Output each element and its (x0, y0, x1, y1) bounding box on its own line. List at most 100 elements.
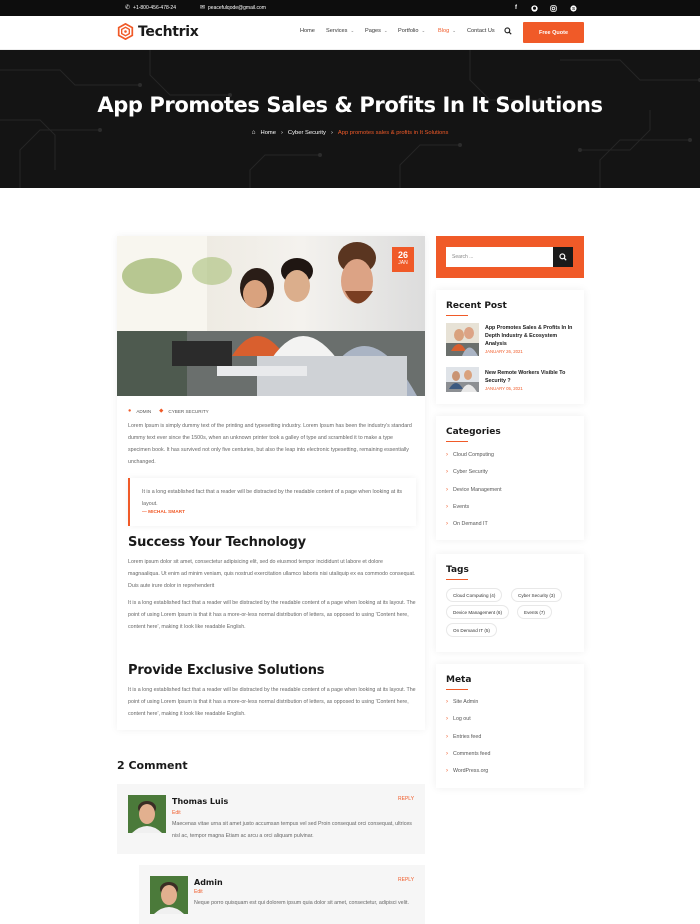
meta-link[interactable]: › Site Admin (446, 699, 478, 705)
tag-chip[interactable]: Device Management (6) (446, 605, 510, 619)
comment-edit-link[interactable]: Edit (172, 810, 181, 816)
comment-edit-link[interactable]: Edit (194, 889, 203, 895)
tag-chip[interactable]: Cloud Computing (4) (446, 588, 503, 602)
chevron-right-icon: › (330, 129, 333, 136)
user-icon: ● (128, 408, 132, 414)
tag-chip[interactable]: Cyber Security (3) (511, 588, 563, 602)
category-link[interactable]: › On Demand IT (446, 521, 488, 527)
phone-contact[interactable]: ✆ +1-800-456-478-24 (125, 4, 176, 12)
chevron-right-icon: › (446, 751, 448, 757)
skype-icon[interactable]: S (568, 3, 578, 13)
nav-label: Home (300, 28, 315, 34)
meta-link[interactable]: › Log out (446, 716, 471, 722)
category-link[interactable]: › Events (446, 504, 469, 510)
nav-pages[interactable]: Pages ⌄ (365, 28, 388, 34)
nav-services[interactable]: Services ⌄ (326, 28, 354, 34)
chevron-right-icon: › (446, 734, 448, 740)
category-label: Device Management (453, 487, 502, 493)
instagram-icon[interactable] (548, 3, 558, 13)
nav-label: Services (326, 28, 348, 34)
blockquote: It is a long established fact that a rea… (128, 478, 416, 526)
post-date-badge: 26 JAN (392, 247, 414, 272)
email-address: peacefulqode@gmail.com (208, 4, 266, 11)
comment-text: Neque porro quisquam est qui dolorem ips… (194, 900, 409, 906)
section-paragraph: It is a long established fact that a rea… (128, 687, 416, 717)
section-heading: Success Your Technology (128, 535, 306, 550)
facebook-icon[interactable]: f (511, 3, 521, 13)
meta-link[interactable]: › Comments feed (446, 751, 490, 757)
meta-link[interactable]: › Entries feed (446, 734, 481, 740)
tag-icon: ◆ (159, 408, 164, 414)
chevron-right-icon: › (446, 452, 448, 458)
reply-button[interactable]: REPLY (398, 877, 414, 883)
meta-widget: Meta › Site Admin › Log out › Entries feed … (436, 664, 584, 788)
avatar (150, 876, 188, 914)
chevron-right-icon: › (280, 129, 283, 136)
breadcrumb: ⌂ Home › Cyber Security › App promotes s… (0, 129, 700, 136)
nav-label: Blog (438, 28, 450, 34)
chevron-right-icon: › (446, 504, 448, 510)
breadcrumb-current: App promotes sales & profits in It Solut… (337, 129, 449, 136)
post-category[interactable]: CYBER SECURITY (168, 409, 208, 414)
nav-label: Contact Us (467, 28, 495, 34)
category-link[interactable]: › Device Management (446, 487, 502, 493)
email-icon: ✉ (200, 5, 206, 11)
post-intro: Lorem Ipsum is simply dummy text of the … (128, 423, 412, 465)
breadcrumb-category[interactable]: Cyber Security (288, 130, 326, 136)
chevron-down-icon: ⌄ (383, 28, 388, 33)
post-meta: ● ADMIN ◆ CYBER SECURITY (128, 408, 209, 414)
meta-label: Site Admin (453, 699, 479, 705)
free-quote-button[interactable]: Free Quote (523, 22, 584, 43)
nav-label: Pages (365, 28, 381, 34)
meta-label: WordPress.org (453, 768, 489, 774)
chevron-right-icon: › (446, 487, 448, 493)
category-link[interactable]: › Cyber Security (446, 469, 488, 475)
search-button[interactable] (553, 247, 573, 267)
nav-portfolio[interactable]: Portfolio ⌄ (398, 28, 425, 34)
category-label: On Demand IT (453, 521, 488, 527)
recent-post-title[interactable]: App Promotes Sales & Profits In In Depth… (485, 324, 580, 348)
comment-author: Admin (194, 878, 223, 887)
meta-label: Entries feed (453, 734, 482, 740)
section-paragraph: Lorem ipsum dolor sit amet, consectetur … (128, 559, 416, 589)
search-input[interactable]: Search ... (446, 247, 553, 267)
chevron-right-icon: › (446, 521, 448, 527)
email-contact[interactable]: ✉ peacefulqode@gmail.com (200, 4, 266, 12)
title-underline (446, 579, 468, 580)
nav-contact[interactable]: Contact Us (467, 28, 495, 34)
category-link[interactable]: › Cloud Computing (446, 452, 494, 458)
recent-post-date: JANUARY 05, 2021 (485, 386, 523, 391)
chevron-right-icon: › (446, 716, 448, 722)
page-hero: App Promotes Sales & Profits In It Solut… (0, 50, 700, 188)
chevron-right-icon: › (446, 768, 448, 774)
github-icon[interactable] (529, 3, 539, 13)
section-paragraph: It is a long established fact that a rea… (128, 600, 416, 630)
tag-chip[interactable]: On Demand IT (5) (446, 623, 497, 637)
recent-post-date: JANUARY 26, 2021 (485, 349, 523, 354)
title-underline (446, 315, 468, 316)
tag-chip[interactable]: Events (7) (517, 605, 552, 619)
logo[interactable]: Techtrix (117, 23, 199, 40)
meta-label: Comments feed (453, 751, 491, 757)
nav-blog[interactable]: Blog ⌄ (438, 28, 456, 34)
reply-button[interactable]: REPLY (398, 796, 414, 802)
date-day: 26 (397, 250, 408, 260)
search-icon[interactable] (504, 27, 512, 35)
page-title: App Promotes Sales & Profits In It Solut… (97, 93, 603, 117)
widget-title: Recent Post (446, 301, 507, 311)
recent-post-thumb[interactable] (446, 367, 479, 400)
post-author[interactable]: ADMIN (136, 409, 151, 414)
nav-home[interactable]: Home (300, 28, 315, 34)
article-image (117, 236, 425, 396)
home-icon: ⌂ (251, 129, 256, 136)
meta-link[interactable]: › WordPress.org (446, 768, 488, 774)
search-icon (559, 253, 567, 261)
recent-post-title[interactable]: New Remote Workers Visible To Security ? (485, 369, 580, 385)
category-label: Events (453, 504, 470, 510)
breadcrumb-home[interactable]: Home (261, 130, 276, 136)
comments-heading: 2 Comment (117, 759, 188, 772)
title-underline (446, 441, 468, 442)
nav-label: Portfolio (398, 28, 419, 34)
recent-post-thumb[interactable] (446, 323, 479, 356)
phone-number: +1-800-456-478-24 (133, 4, 176, 11)
